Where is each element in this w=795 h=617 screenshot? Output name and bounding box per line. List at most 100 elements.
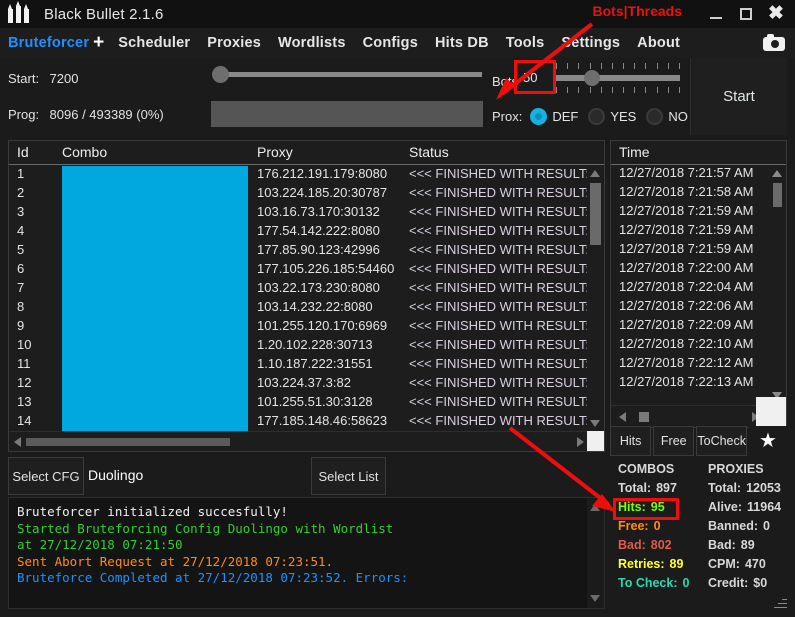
prox-radio-no[interactable] [646,108,664,125]
cell-status: <<< FINISHED WITH RESULT: EI [409,299,604,314]
start-value: 7200 [49,71,79,86]
scroll-down-icon[interactable] [590,595,600,602]
proxies-stat-row: Banned: 0 [708,519,781,538]
stat-key: CPM: [708,557,740,571]
cell-proxy: 176.212.191.179:8080 [257,166,388,181]
prox-radio-yes-label: YES [610,109,637,124]
scroll-left-icon[interactable] [14,437,21,447]
time-row[interactable]: 12/27/2018 7:22:10 AM [611,336,786,355]
cell-id: 14 [17,413,32,428]
select-cfg-button[interactable]: Select CFG [8,457,84,495]
log-scrollbar[interactable] [587,498,604,608]
menu-item-about[interactable]: About [637,35,680,51]
menu-item-configs[interactable]: Configs [363,35,418,51]
grid-vertical-scrollbar[interactable] [587,165,604,432]
menu-item-tools[interactable]: Tools [506,35,545,51]
prox-radio-yes[interactable] [588,108,606,125]
cell-proxy: 177.105.226.185:54460 [257,261,395,276]
time-horizontal-scrollbar[interactable] [611,405,771,427]
time-row[interactable]: 12/27/2018 7:21:57 AM [611,165,786,184]
camera-icon[interactable] [763,33,785,51]
time-vertical-scrollbar[interactable] [769,165,786,404]
tab-tocheck[interactable]: ToCheck [696,426,748,456]
time-row[interactable]: 12/27/2018 7:22:09 AM [611,317,786,336]
scroll-right-icon[interactable] [577,437,584,447]
stats-panel: COMBOS Total: 897 Hits: 95 Free: 0 Bad: 802 Retr… [610,462,790,612]
resize-grip-icon[interactable] [773,595,787,609]
time-col-header[interactable]: Time [611,141,786,165]
tab-free[interactable]: Free [653,426,695,456]
time-row[interactable]: 12/27/2018 7:22:04 AM [611,279,786,298]
start-slider-track [220,72,482,77]
menu-item-bruteforcer[interactable]: Bruteforcer [8,35,89,51]
grid-hscroll-thumb[interactable] [26,438,230,446]
grid-col-id[interactable]: Id [17,144,29,160]
stat-key: Bad: [618,538,646,552]
minimize-icon[interactable] [701,0,731,28]
stat-key: Total: [708,481,742,495]
grid-col-combo[interactable]: Combo [62,144,107,160]
cell-proxy: 103.16.73.170:30132 [257,204,380,219]
star-icon[interactable]: ★ [749,426,788,456]
cell-status: <<< FINISHED WITH RESULT: EI [409,223,604,238]
scroll-up-icon[interactable] [590,170,600,177]
time-panel: Time 12/27/2018 7:21:57 AM 12/27/2018 7:2… [610,140,787,428]
prox-radio-def[interactable] [530,108,548,125]
cell-proxy: 101.255.120.170:6969 [257,318,388,333]
menu-item-proxies[interactable]: Proxies [207,35,261,51]
close-icon[interactable]: ✖ [761,0,791,28]
grid-vscroll-thumb[interactable] [590,183,601,245]
menu-bar: Bruteforcer + Scheduler Proxies Wordlist… [0,28,795,58]
menu-item-settings[interactable]: Settings [561,35,620,51]
start-label: Start: [8,71,40,86]
time-row[interactable]: 12/27/2018 7:22:12 AM [611,355,786,374]
select-list-button[interactable]: Select List [311,457,386,495]
start-button[interactable]: Start [690,58,787,135]
bots-slider-thumb[interactable] [584,70,600,86]
combos-stat-row: To Check: 0 [618,576,689,595]
grid-col-status[interactable]: Status [409,144,449,160]
time-row[interactable]: 12/27/2018 7:22:00 AM [611,260,786,279]
scroll-up-icon[interactable] [590,504,600,511]
add-tab-icon[interactable]: + [93,33,104,52]
menu-item-wordlists[interactable]: Wordlists [278,35,346,51]
scroll-down-icon[interactable] [590,420,600,427]
scroll-left-icon[interactable] [619,412,626,422]
combo-redaction-mask [62,166,248,432]
time-row[interactable]: 12/27/2018 7:21:58 AM [611,184,786,203]
prox-radio-group: Prox: DEF YES NO [492,108,698,125]
stat-key: Total: [618,481,652,495]
log-panel: Bruteforcer initialized succesfully! Star… [8,497,605,609]
grid-horizontal-scrollbar[interactable] [9,431,589,451]
bots-slider-ticks-bottom [556,87,680,93]
stat-value: 470 [744,557,766,571]
menu-item-scheduler[interactable]: Scheduler [118,35,190,51]
stat-value: 95 [650,500,665,514]
bots-input[interactable]: 50 [518,64,552,91]
time-row[interactable]: 12/27/2018 7:21:59 AM [611,241,786,260]
tab-hits[interactable]: Hits [610,426,652,456]
prox-radio-def-label: DEF [552,109,579,124]
bots-slider[interactable] [556,62,680,94]
annotation-bots-threads: Bots|Threads [592,3,683,19]
maximize-icon[interactable] [731,0,761,28]
scroll-up-icon[interactable] [772,170,782,177]
stat-key: Credit: [708,576,749,590]
menu-item-hits-db[interactable]: Hits DB [435,35,489,51]
cell-status: <<< FINISHED WITH RESULT: EI [409,204,604,219]
time-vscroll-thumb[interactable] [773,183,782,207]
proxies-stats: PROXIES Total: 12053 Alive: 11964 Banned: 0 Ba… [708,462,781,595]
time-row[interactable]: 12/27/2018 7:22:06 AM [611,298,786,317]
grid-col-proxy[interactable]: Proxy [257,144,293,160]
proxies-stat-row: Total: 12053 [708,481,781,500]
time-row[interactable]: 12/27/2018 7:22:13 AM [611,374,786,393]
start-slider-thumb[interactable] [212,66,229,83]
time-row[interactable]: 12/27/2018 7:21:59 AM [611,222,786,241]
start-slider[interactable] [212,66,482,83]
proxies-stat-row: Bad: 89 [708,538,781,557]
prog-row: Prog: 8096 / 493389 (0%) [8,106,164,124]
time-row[interactable]: 12/27/2018 7:21:59 AM [611,203,786,222]
stat-value: $0 [753,576,768,590]
time-hscroll-thumb[interactable] [639,412,649,422]
combos-stats: COMBOS Total: 897 Hits: 95 Free: 0 Bad: 802 Retr… [618,462,689,595]
